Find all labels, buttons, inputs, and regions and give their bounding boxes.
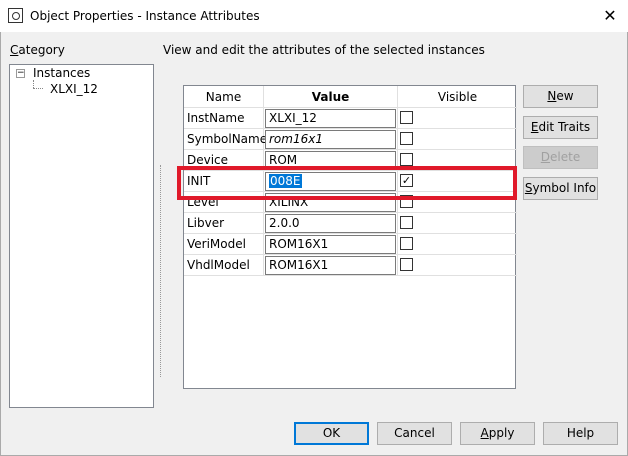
attr-visible-cell bbox=[398, 255, 517, 276]
visible-checkbox[interactable] bbox=[400, 237, 413, 250]
symbol-info-button[interactable]: Symbol Info bbox=[523, 177, 598, 200]
attr-value-text: XLXI_12 bbox=[269, 111, 317, 125]
apply-button[interactable]: Apply bbox=[460, 422, 535, 445]
attr-value-input[interactable]: ROM16X1 bbox=[265, 256, 396, 275]
delete-button-rest: elete bbox=[550, 150, 581, 164]
category-label: Category bbox=[10, 43, 65, 57]
tree-connector bbox=[33, 80, 34, 88]
edit-traits-rest: dit Traits bbox=[538, 120, 591, 134]
attr-value-input[interactable]: XLXI_12 bbox=[265, 109, 396, 128]
tree-connector bbox=[33, 88, 43, 89]
new-button-rest: ew bbox=[556, 89, 574, 103]
close-icon[interactable]: ✕ bbox=[600, 6, 620, 26]
attr-value-cell: 2.0.0 bbox=[264, 213, 398, 234]
init-row-highlight bbox=[177, 166, 517, 200]
help-button[interactable]: Help bbox=[543, 422, 618, 445]
attr-name-cell[interactable]: InstName bbox=[184, 108, 264, 129]
tree-item-instance[interactable]: XLXI_12 bbox=[50, 82, 98, 96]
column-header-name[interactable]: Name bbox=[184, 86, 264, 108]
cancel-button[interactable]: Cancel bbox=[377, 422, 452, 445]
column-header-value[interactable]: Value bbox=[264, 86, 398, 108]
symbol-info-mnemonic: S bbox=[524, 181, 533, 195]
delete-button[interactable]: Delete bbox=[523, 146, 598, 169]
properties-icon bbox=[8, 8, 23, 23]
attr-value-input[interactable]: ROM16X1 bbox=[265, 235, 396, 254]
visible-checkbox[interactable] bbox=[400, 153, 413, 166]
description-text: View and edit the attributes of the sele… bbox=[163, 43, 485, 57]
category-tree[interactable]: − Instances XLXI_12 bbox=[9, 64, 154, 408]
attr-value-text: ROM bbox=[269, 153, 298, 167]
attr-value-cell: ROM16X1 bbox=[264, 234, 398, 255]
delete-button-mnemonic: D bbox=[540, 150, 551, 164]
visible-checkbox[interactable] bbox=[400, 258, 413, 271]
apply-button-mnemonic: A bbox=[480, 426, 489, 440]
attr-value-text: ROM16X1 bbox=[269, 237, 329, 251]
attr-visible-cell bbox=[398, 108, 517, 129]
attr-value-text: 2.0.0 bbox=[269, 216, 300, 230]
attributes-grid: Name Value Visible InstName XLXI_12 Symbol… bbox=[183, 85, 517, 389]
attr-visible-cell bbox=[398, 129, 517, 150]
attr-visible-cell bbox=[398, 234, 517, 255]
tree-item-instances[interactable]: Instances bbox=[31, 66, 92, 80]
visible-checkbox[interactable] bbox=[400, 111, 413, 124]
symbol-info-rest: ymbol Info bbox=[532, 181, 597, 195]
attr-name-cell[interactable]: SymbolName bbox=[184, 129, 267, 150]
window-title: Object Properties - Instance Attributes bbox=[30, 9, 260, 23]
minus-box-icon[interactable]: − bbox=[16, 69, 25, 78]
attr-value-cell: ROM16X1 bbox=[264, 255, 398, 276]
attr-value-cell: rom16x1 bbox=[264, 129, 398, 150]
edit-traits-button[interactable]: Edit Traits bbox=[523, 116, 598, 139]
visible-checkbox[interactable] bbox=[400, 132, 413, 145]
attr-value-text: rom16x1 bbox=[269, 132, 323, 146]
visible-checkbox[interactable] bbox=[400, 216, 413, 229]
splitter-dots bbox=[160, 165, 161, 377]
new-button[interactable]: New bbox=[523, 85, 598, 108]
apply-button-rest: pply bbox=[488, 426, 515, 440]
attr-visible-cell bbox=[398, 213, 517, 234]
ok-button[interactable]: OK bbox=[294, 422, 369, 445]
title-bar: Object Properties - Instance Attributes … bbox=[0, 0, 628, 32]
attr-name-cell[interactable]: VhdlModel bbox=[184, 255, 264, 276]
attr-value-input[interactable]: 2.0.0 bbox=[265, 214, 396, 233]
attr-name-cell[interactable]: Libver bbox=[184, 213, 264, 234]
attr-value-cell: XLXI_12 bbox=[264, 108, 398, 129]
attr-value-text: ROM16X1 bbox=[269, 258, 329, 272]
attr-value-input[interactable]: rom16x1 bbox=[265, 130, 396, 149]
column-header-visible[interactable]: Visible bbox=[398, 86, 517, 108]
attr-name-cell[interactable]: VeriModel bbox=[184, 234, 264, 255]
category-label-rest: ategory bbox=[18, 43, 65, 57]
